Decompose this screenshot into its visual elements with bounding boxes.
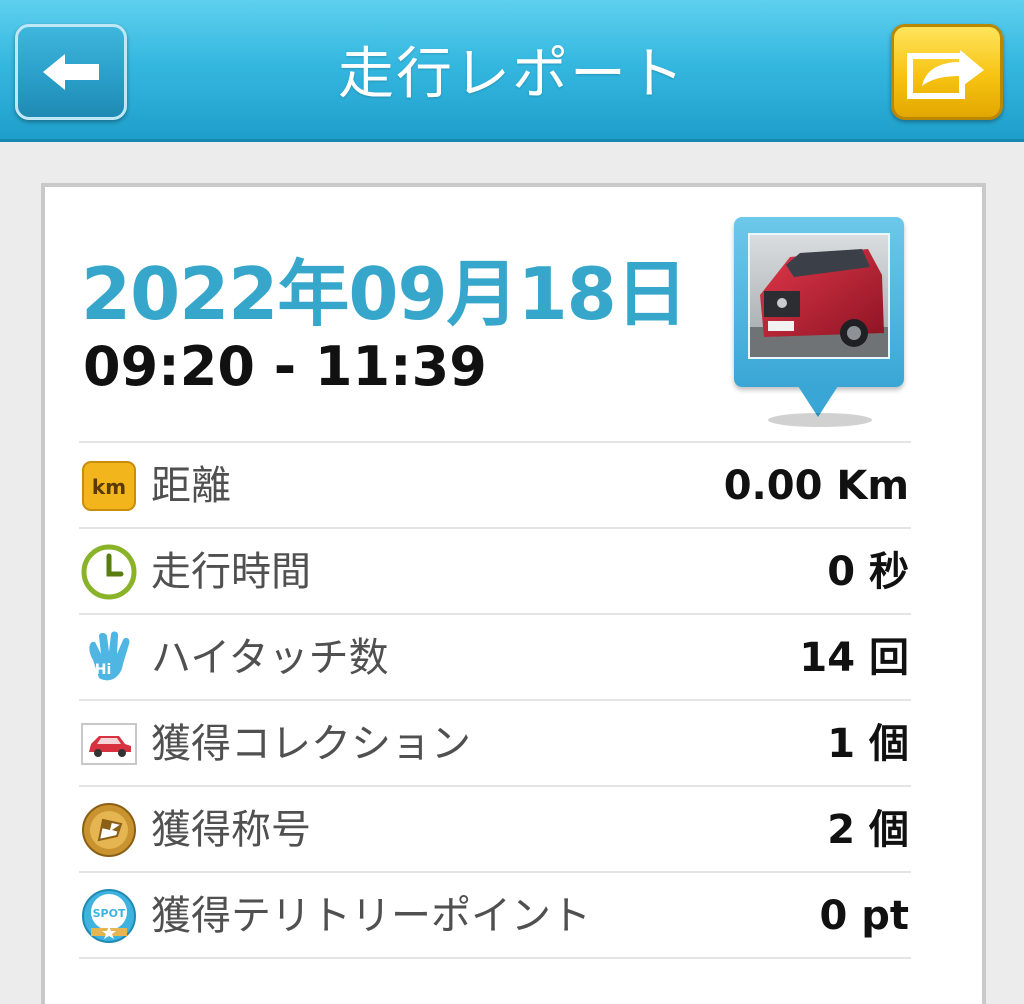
hand-hi-text: Hi <box>95 662 112 678</box>
pin-shadow <box>768 413 872 427</box>
car-collection-icon <box>81 716 137 772</box>
back-button[interactable] <box>15 24 127 120</box>
stat-label: 走行時間 <box>151 549 311 595</box>
stat-value: 0 pt <box>819 893 909 939</box>
stat-value: 14 回 <box>799 635 909 681</box>
stat-label: 獲得称号 <box>151 807 311 853</box>
share-button[interactable] <box>891 24 1003 120</box>
stat-row-titles: 獲得称号 2 個 <box>79 787 911 873</box>
photo-frame <box>734 217 904 387</box>
stat-value: 0 秒 <box>827 549 909 595</box>
spot-point-icon: SPOT <box>81 888 137 944</box>
clock-icon <box>81 544 137 600</box>
arrow-left-icon <box>43 54 99 90</box>
report-time-range: 09:20 - 11:39 <box>83 335 487 398</box>
stat-label: 獲得コレクション <box>151 721 471 767</box>
km-badge-text: km <box>92 475 126 499</box>
stat-row-territory-points: SPOT 獲得テリトリーポイント 0 pt <box>79 873 911 959</box>
car-image <box>750 235 888 357</box>
hand-hi-icon: Hi <box>81 630 137 686</box>
stat-value: 1 個 <box>827 721 909 767</box>
stat-label: 距離 <box>151 463 231 509</box>
stats-list: km 距離 0.00 Km 走行時間 0 秒 Hi ハイタッチ数 14 回 獲得… <box>79 441 911 959</box>
title-medal-icon <box>81 802 137 858</box>
pin-tail <box>796 383 840 417</box>
stat-label: 獲得テリトリーポイント <box>151 893 591 939</box>
km-badge-icon: km <box>81 458 137 514</box>
stat-value: 0.00 Km <box>723 463 909 509</box>
share-export-icon <box>907 50 984 99</box>
stat-row-drive-time: 走行時間 0 秒 <box>79 529 911 615</box>
report-card: 2022年09月18日 09:20 - 11:39 km 距離 0.00 Km … <box>41 183 986 1004</box>
car-photo <box>748 233 890 359</box>
stat-row-distance: km 距離 0.00 Km <box>79 443 911 529</box>
stat-row-collection: 獲得コレクション 1 個 <box>79 701 911 787</box>
top-bar: 走行レポート <box>0 0 1024 142</box>
stat-row-high-five: Hi ハイタッチ数 14 回 <box>79 615 911 701</box>
stat-value: 2 個 <box>827 807 909 853</box>
report-date: 2022年09月18日 <box>81 252 688 336</box>
spot-text: SPOT <box>93 907 126 920</box>
page-title: 走行レポート <box>338 42 686 107</box>
stat-label: ハイタッチ数 <box>151 635 389 681</box>
car-photo-pin[interactable] <box>734 217 906 427</box>
